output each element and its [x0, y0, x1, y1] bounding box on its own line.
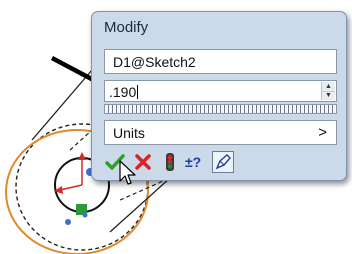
text-caret — [137, 85, 139, 99]
thumbwheel-slider[interactable] — [104, 104, 337, 114]
dimension-name-text: D1@Sketch2 — [113, 54, 196, 70]
rebuild-traffic-light-icon — [166, 153, 174, 171]
svg-text:±?: ±? — [185, 154, 201, 170]
reverse-sense-button[interactable]: ±? — [184, 151, 206, 173]
value-spinner[interactable]: ▲ ▼ — [321, 82, 335, 100]
y-axis-arrow-icon — [78, 152, 86, 160]
dialog-title: Modify — [104, 19, 149, 36]
mouse-cursor-icon — [119, 160, 136, 185]
dimension-name-field[interactable]: D1@Sketch2 — [104, 49, 337, 74]
units-menu[interactable]: Units > — [104, 120, 337, 145]
spin-down-icon[interactable]: ▼ — [322, 91, 335, 100]
reverse-sense-icon: ±? — [185, 154, 201, 170]
mark-for-drawing-icon — [215, 154, 231, 170]
chevron-right-icon: > — [318, 124, 327, 141]
x-axis-line — [59, 184, 83, 191]
sketch-point[interactable] — [65, 219, 71, 225]
units-label: Units — [113, 125, 145, 141]
modify-dialog: Modify D1@Sketch2 .190 ▲ ▼ Units > ±? — [91, 11, 347, 181]
dimension-value-input[interactable]: .190 ▲ ▼ — [104, 80, 337, 102]
dimension-value-text: .190 — [109, 84, 139, 100]
mark-for-drawing-button[interactable] — [212, 151, 234, 173]
rebuild-button[interactable] — [159, 151, 181, 173]
sketch-point[interactable] — [82, 212, 88, 218]
